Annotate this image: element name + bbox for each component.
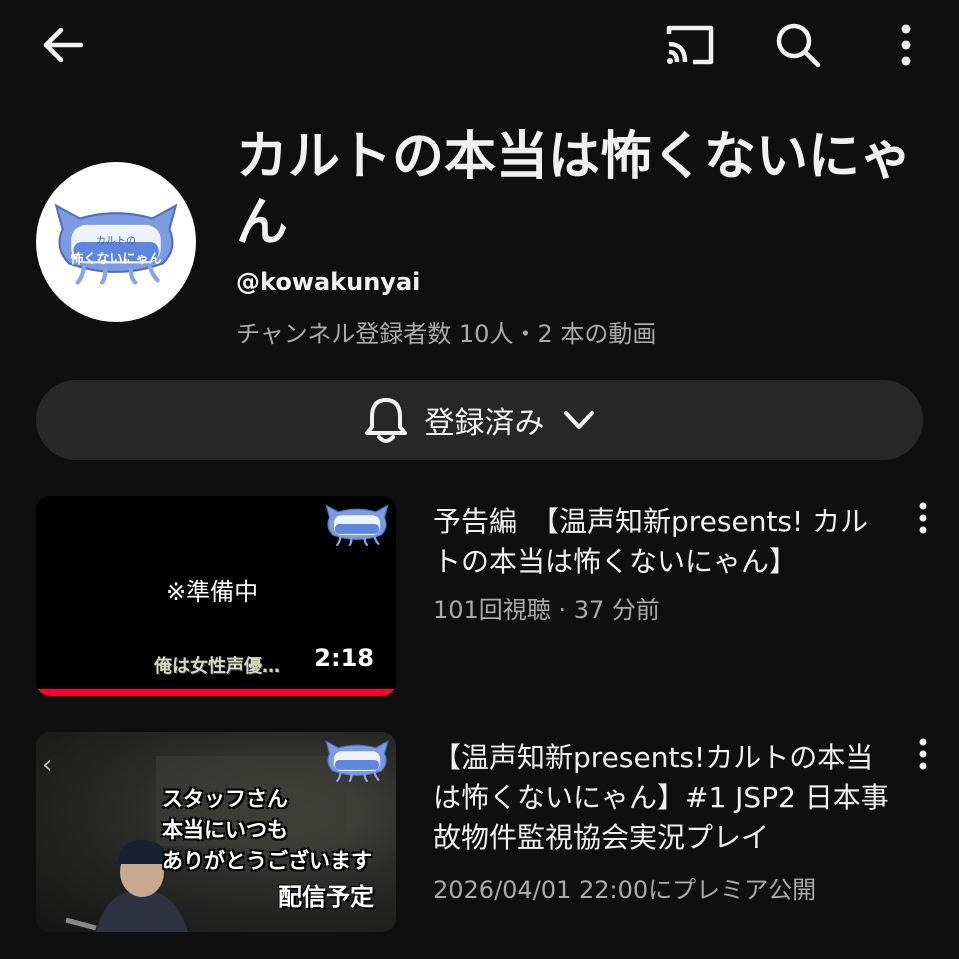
more-vertical-icon (901, 24, 911, 66)
chevron-down-icon (563, 411, 594, 429)
channel-logo: カルトの 怖くないにゃん (36, 162, 196, 322)
video-2-more-button[interactable] (908, 732, 938, 776)
cast-button[interactable] (660, 18, 720, 72)
video-meta-2: 2026/04/01 22:00にプレミア公開 (433, 876, 817, 904)
search-icon (776, 23, 821, 68)
video-title-1[interactable]: 予告編 【温声知新presents! カルトの本当は怖くないにゃん】 (433, 502, 895, 582)
back-button[interactable] (34, 20, 90, 70)
video-thumbnail-1[interactable]: ※準備中 俺は女性声優… 2:18 (36, 496, 396, 696)
more-options-button[interactable] (885, 18, 927, 72)
video-1-more-button[interactable] (908, 496, 938, 540)
svg-text:カルトの: カルトの (96, 235, 136, 247)
chevron-left-icon: ‹ (42, 750, 53, 780)
search-button[interactable] (770, 18, 826, 72)
cast-icon (666, 25, 714, 65)
watch-progress-bar (36, 689, 396, 696)
thumbnail-line: スタッフさん (162, 787, 288, 811)
subscribed-button[interactable]: 登録済み (36, 380, 923, 460)
channel-watermark (324, 502, 390, 546)
video-title-2[interactable]: 【温声知新presents!カルトの本当は怖くないにゃん】#1 JSP2 日本事… (433, 738, 895, 858)
thumbnail-caption: 俺は女性声優… (154, 656, 280, 677)
thumbnail-message: スタッフさん 本当にいつも ありがとうございます (162, 784, 372, 877)
bell-icon (364, 398, 407, 443)
subscribe-label: 登録済み (424, 406, 545, 441)
video-thumbnail-2[interactable]: ‹ スタッフさん 本当にいつも ありがとうございます 配信予定 (36, 732, 396, 932)
thumbnail-line: ありがとうございます (162, 849, 372, 873)
channel-handle: @kowakunyai (236, 268, 421, 296)
channel-avatar[interactable]: カルトの 怖くないにゃん (36, 162, 196, 322)
more-vertical-icon (919, 738, 927, 770)
channel-title: カルトの本当は怖くないにゃん (236, 127, 913, 253)
arrow-left-icon (43, 27, 84, 63)
more-vertical-icon (919, 502, 927, 534)
channel-stats[interactable]: チャンネル登録者数 10人・2 本の動画 (236, 314, 656, 349)
video-meta-1: 101回視聴 · 37 分前 (433, 596, 660, 624)
scheduled-badge: 配信予定 (278, 883, 374, 911)
channel-watermark (324, 738, 390, 782)
thumbnail-line: 本当にいつも (162, 818, 288, 842)
svg-text:怖くないにゃん: 怖くないにゃん (70, 251, 161, 267)
thumbnail-notice: ※準備中 (166, 578, 259, 606)
video-duration: 2:18 (314, 644, 374, 672)
